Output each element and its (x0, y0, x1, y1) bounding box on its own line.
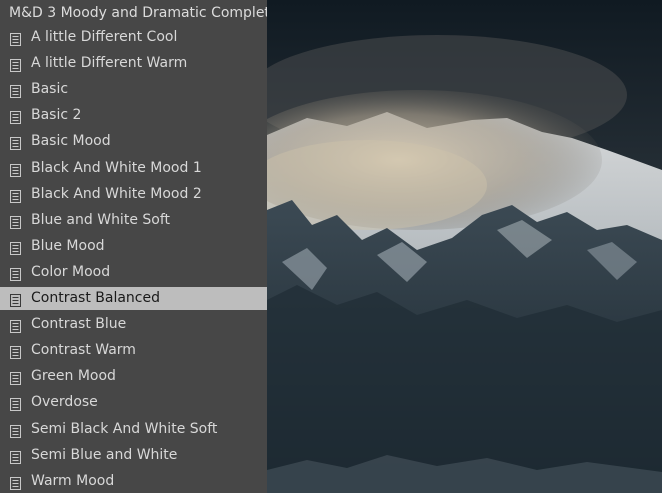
preset-folder-title[interactable]: M&D 3 Moody and Dramatic Complete (9, 3, 267, 23)
preset-item[interactable]: Overdose (0, 391, 267, 414)
preset-item[interactable]: Black And White Mood 2 (0, 183, 267, 206)
preset-label: Semi Black And White Soft (31, 420, 218, 437)
preset-document-icon (10, 344, 21, 360)
mountain-photo (267, 0, 662, 493)
preset-document-icon (10, 292, 21, 307)
preset-label: Semi Blue and White (31, 446, 178, 463)
preset-item[interactable]: Contrast Warm (0, 339, 267, 362)
preset-label: Blue Mood (31, 237, 105, 254)
preset-item[interactable]: Color Mood (0, 261, 267, 284)
preset-item[interactable]: Basic Mood (0, 130, 267, 153)
preset-item[interactable]: Contrast Balanced (0, 287, 267, 310)
preset-item[interactable]: Warm Mood (0, 470, 267, 493)
preset-item[interactable]: Semi Blue and White (0, 444, 267, 467)
preset-item[interactable]: Black And White Mood 1 (0, 157, 267, 180)
preset-item[interactable]: Blue and White Soft (0, 209, 267, 232)
preset-label: Blue and White Soft (31, 211, 171, 228)
preset-document-icon (10, 240, 21, 255)
preset-item[interactable]: Blue Mood (0, 235, 267, 258)
preset-item[interactable]: Basic 2 (0, 104, 267, 127)
preset-document-icon (10, 266, 21, 281)
preset-label: A little Different Cool (31, 29, 178, 45)
preset-item[interactable]: Basic (0, 78, 267, 101)
preset-item[interactable]: Contrast Blue (0, 313, 267, 336)
preset-item[interactable]: A little Different Cool (0, 26, 267, 49)
photo-preview (267, 0, 662, 493)
preset-item[interactable]: Green Mood (0, 365, 267, 388)
preset-document-icon (10, 423, 21, 438)
preset-label: Basic 2 (31, 107, 82, 124)
preset-label: Contrast Blue (31, 316, 127, 333)
preset-label: Contrast Warm (31, 342, 136, 359)
preset-document-icon (10, 396, 21, 412)
preset-label: Basic (31, 81, 69, 98)
preset-document-icon (10, 214, 21, 229)
preset-document-icon (10, 318, 21, 334)
preset-document-icon (10, 109, 21, 125)
preset-document-icon (10, 475, 21, 490)
preset-label: Black And White Mood 2 (31, 185, 202, 202)
preset-label: Black And White Mood 1 (31, 159, 202, 176)
preset-label: Basic Mood (31, 133, 111, 150)
preset-item[interactable]: A little Different Warm (0, 52, 267, 75)
preset-document-icon (10, 135, 21, 151)
preset-document-icon (10, 31, 21, 46)
preset-document-icon (10, 449, 21, 464)
preset-document-icon (10, 162, 21, 177)
preset-label: Contrast Balanced (31, 290, 160, 306)
preset-document-icon (10, 370, 21, 386)
preset-label: Overdose (31, 394, 98, 411)
preset-panel: M&D 3 Moody and Dramatic Complete A litt… (0, 0, 267, 493)
preset-document-icon (10, 57, 21, 73)
preset-label: Warm Mood (31, 472, 115, 489)
preset-label: Color Mood (31, 263, 111, 280)
preset-item[interactable]: Semi Black And White Soft (0, 418, 267, 441)
preset-document-icon (10, 83, 21, 99)
preset-label: A little Different Warm (31, 55, 188, 72)
preset-document-icon (10, 188, 21, 203)
preset-label: Green Mood (31, 368, 116, 385)
